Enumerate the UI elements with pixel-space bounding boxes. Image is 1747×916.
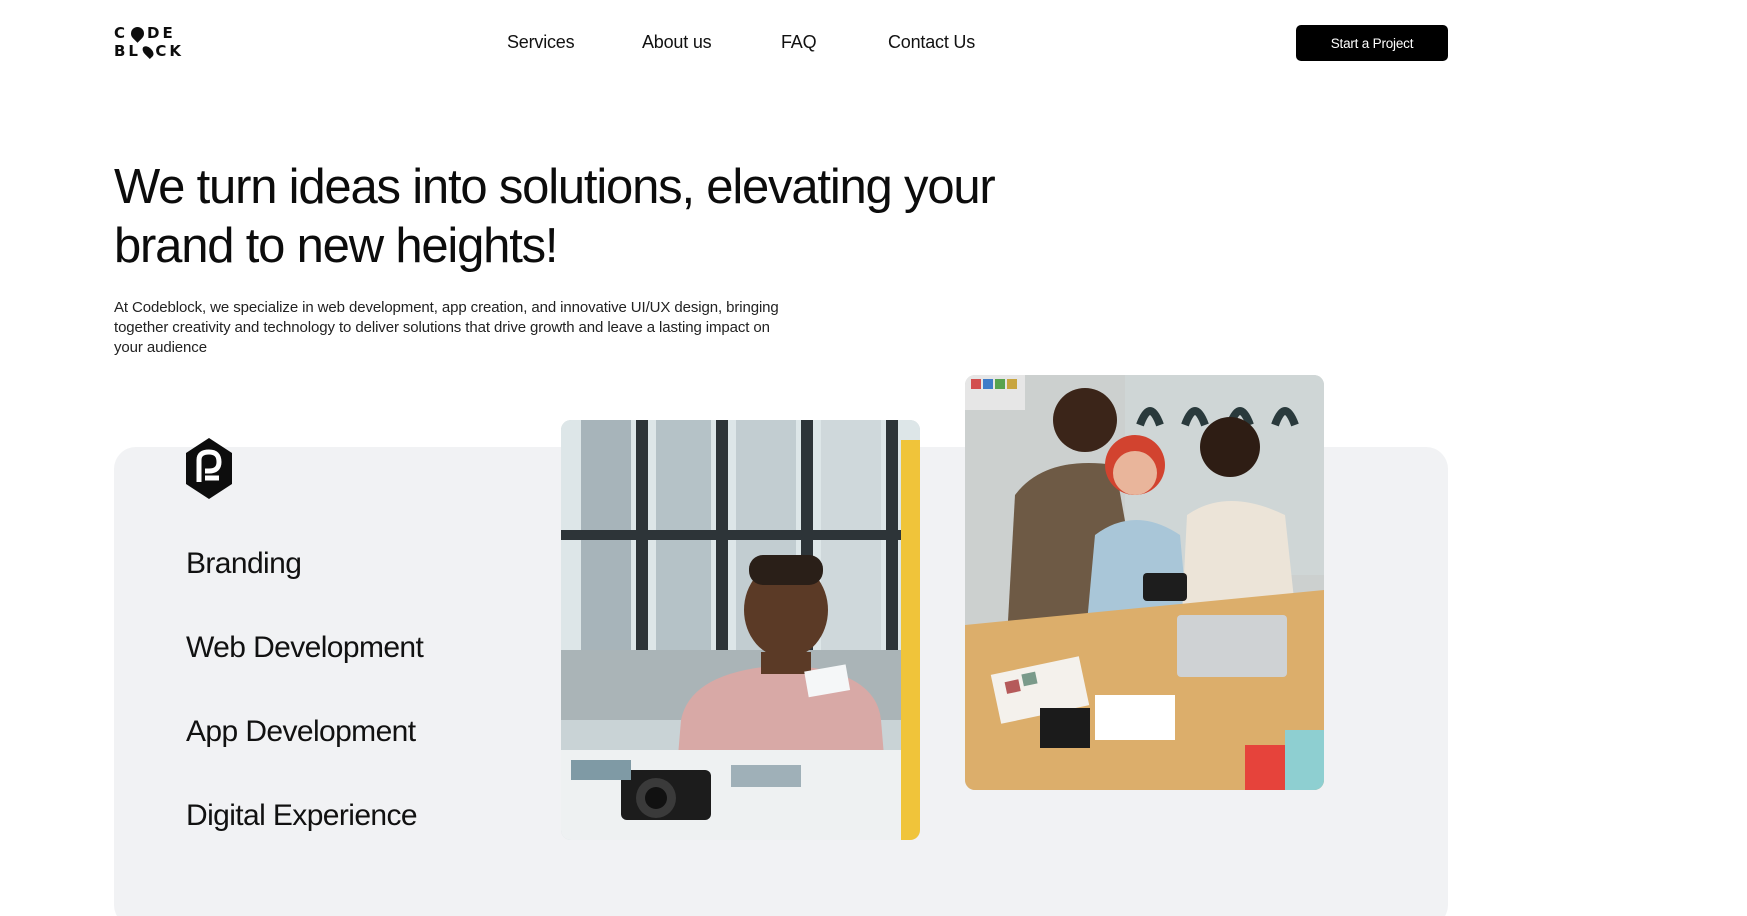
service-item-branding[interactable]: Branding	[186, 545, 423, 629]
start-project-button[interactable]: Start a Project	[1296, 25, 1448, 61]
service-item-app-development[interactable]: App Development	[186, 713, 423, 797]
hero-description: At Codeblock, we specialize in web devel…	[114, 299, 779, 356]
service-item-digital-experience[interactable]: Digital Experience	[186, 797, 423, 881]
nav-item-faq[interactable]: FAQ	[781, 32, 817, 53]
nav-item-contact-us[interactable]: Contact Us	[888, 32, 975, 53]
main-nav: Services About us FAQ Contact Us	[0, 32, 1747, 56]
hero-title: We turn ideas into solutions, elevating …	[114, 160, 996, 273]
nav-item-services[interactable]: Services	[507, 32, 575, 53]
team-photo-studio	[965, 375, 1324, 790]
team-photo-office	[561, 420, 920, 840]
codeblock-mark-icon	[186, 438, 232, 499]
nav-item-about-us[interactable]: About us	[642, 32, 712, 53]
service-item-web-development[interactable]: Web Development	[186, 629, 424, 713]
services-list: Branding Web Development App Development…	[186, 545, 424, 881]
